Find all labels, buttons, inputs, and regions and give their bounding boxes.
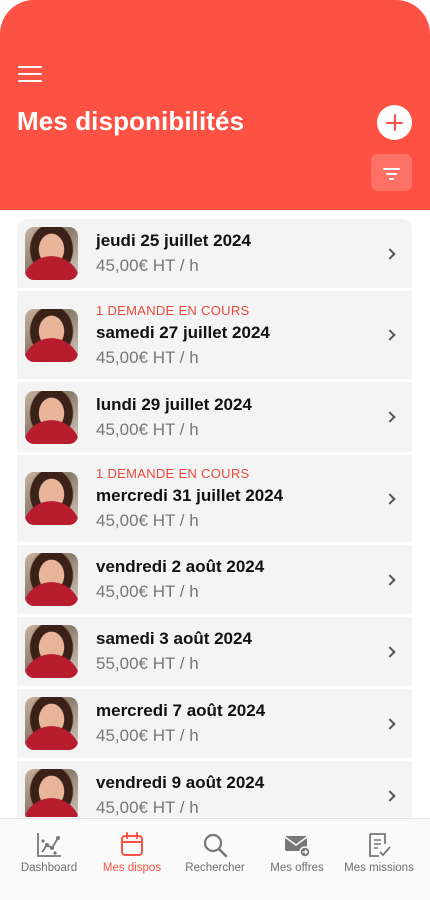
avatar	[25, 769, 78, 817]
page-title: Mes disponibilités	[17, 106, 245, 136]
chevron-right-icon	[384, 492, 396, 505]
add-availability-button[interactable]	[377, 105, 412, 140]
avatar	[25, 390, 78, 444]
avatar	[25, 553, 78, 606]
document-icon	[369, 833, 391, 857]
date-label: mercredi 7 août 2024	[96, 701, 266, 720]
calendar-icon	[121, 832, 143, 856]
date-label: samedi 27 juillet 2024	[96, 322, 270, 342]
chevron-right-icon	[384, 645, 396, 658]
avatar	[25, 625, 78, 678]
list-item[interactable]: 1 DEMANDE EN COURS samedi 27 juillet 202…	[17, 291, 412, 379]
price-label: 55,00€ HT / h	[96, 654, 199, 673]
chevron-right-icon	[384, 789, 396, 802]
tab-label: Mes offres	[270, 862, 324, 874]
tab-mes-missions[interactable]: Mes missions	[336, 819, 422, 900]
date-label: samedi 3 août 2024	[96, 629, 252, 648]
chevron-right-icon	[384, 247, 396, 260]
chevron-right-icon	[384, 717, 396, 730]
request-badge: 1 DEMANDE EN COURS	[96, 466, 250, 481]
avatar	[25, 697, 78, 750]
tab-rechercher[interactable]: Rechercher	[172, 819, 258, 900]
date-label: jeudi 25 juillet 2024	[96, 231, 251, 250]
price-label: 45,00€ HT / h	[96, 347, 199, 367]
date-label: vendredi 9 août 2024	[96, 773, 265, 792]
header: Mes disponibilités	[0, 0, 430, 210]
list-item[interactable]: vendredi 9 août 2024 45,00€ HT / h	[17, 761, 412, 817]
chevron-right-icon	[384, 329, 396, 341]
date-label: lundi 29 juillet 2024	[96, 394, 252, 414]
list-item[interactable]: samedi 3 août 2024 55,00€ HT / h	[17, 617, 412, 686]
avatar	[25, 308, 78, 362]
date-label: vendredi 2 août 2024	[96, 557, 265, 576]
list-item[interactable]: jeudi 25 juillet 2024 45,00€ HT / h	[17, 219, 412, 288]
tab-label: Rechercher	[185, 862, 245, 874]
price-label: 45,00€ HT / h	[96, 798, 199, 817]
price-label: 45,00€ HT / h	[96, 582, 199, 601]
list-item[interactable]: mercredi 7 août 2024 45,00€ HT / h	[17, 689, 412, 758]
chevron-right-icon	[384, 573, 396, 586]
price-label: 45,00€ HT / h	[96, 419, 199, 439]
chart-icon	[37, 833, 61, 857]
list-item[interactable]: 1 DEMANDE EN COURS mercredi 31 juillet 2…	[17, 455, 412, 542]
price-label: 45,00€ HT / h	[96, 511, 199, 530]
chevron-right-icon	[384, 411, 396, 423]
bottom-tab-bar: Dashboard Mes dispos Rechercher Mes offr…	[0, 818, 430, 900]
list-item[interactable]: vendredi 2 août 2024 45,00€ HT / h	[17, 545, 412, 614]
price-label: 45,00€ HT / h	[96, 256, 199, 275]
tab-mes-dispos[interactable]: Mes dispos	[89, 819, 175, 900]
tab-label: Dashboard	[20, 862, 78, 874]
tab-label: Mes dispos	[102, 862, 162, 874]
search-icon	[203, 833, 228, 858]
mail-icon	[284, 836, 311, 858]
date-label: mercredi 31 juillet 2024	[96, 486, 284, 505]
request-badge: 1 DEMANDE EN COURS	[96, 302, 250, 318]
filter-button[interactable]	[371, 154, 412, 191]
tab-label: Mes missions	[344, 862, 414, 874]
menu-icon[interactable]	[18, 66, 42, 84]
avatar	[25, 472, 78, 525]
tab-mes-offres[interactable]: Mes offres	[254, 819, 340, 900]
list-item[interactable]: lundi 29 juillet 2024 45,00€ HT / h	[17, 382, 412, 452]
price-label: 45,00€ HT / h	[96, 726, 199, 745]
availability-list: jeudi 25 juillet 2024 45,00€ HT / h 1 DE…	[17, 219, 412, 817]
avatar	[25, 227, 78, 280]
tab-dashboard[interactable]: Dashboard	[6, 819, 92, 900]
